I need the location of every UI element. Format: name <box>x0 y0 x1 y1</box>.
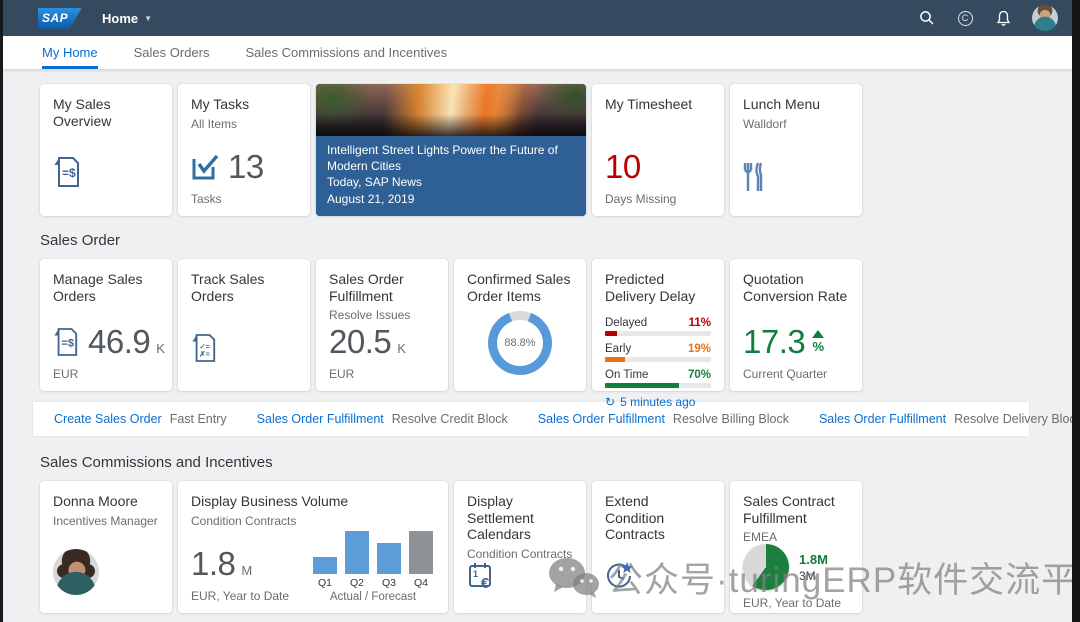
link-resolve-credit-block[interactable]: Sales Order Fulfillment Resolve Credit B… <box>257 412 508 426</box>
tile-donna-moore[interactable]: Donna Moore Incentives Manager <box>40 481 172 613</box>
sales-contract-pie-chart <box>743 544 789 591</box>
tile-display-settlement-calendars[interactable]: Display Settlement Calendars Condition C… <box>454 481 586 613</box>
business-volume-bar-chart: Q1 Q2 Q3 Q4 Actual / Forecast <box>313 531 433 603</box>
copilot-icon[interactable]: C <box>956 9 974 27</box>
tile-extend-condition-contracts[interactable]: Extend Condition Contracts <box>592 481 724 613</box>
trend-up-icon: % <box>812 330 825 354</box>
launchpad-content: My Sales Overview =$ My Tasks All Items … <box>0 69 1080 613</box>
refresh-status[interactable]: ↻ 5 minutes ago <box>605 395 711 409</box>
sap-logo: SAP <box>38 7 82 29</box>
chart-caption: Actual / Forecast <box>329 591 417 603</box>
news-date: August 21, 2019 <box>327 192 415 207</box>
svg-text:=$: =$ <box>61 338 74 350</box>
user-avatar[interactable] <box>1032 5 1058 31</box>
link-resolve-billing-block[interactable]: Sales Order Fulfillment Resolve Billing … <box>538 412 789 426</box>
news-caption: Intelligent Street Lights Power the Futu… <box>316 135 586 216</box>
tile-sales-order-fulfillment[interactable]: Sales Order Fulfillment Resolve Issues 2… <box>316 259 448 391</box>
link-create-sales-order[interactable]: Create Sales Order Fast Entry <box>54 412 227 426</box>
svg-text:1: 1 <box>473 569 478 579</box>
tile-my-tasks[interactable]: My Tasks All Items 13 Tasks <box>178 84 310 216</box>
tab-sales-commissions[interactable]: Sales Commissions and Incentives <box>246 36 448 69</box>
tile-track-sales-orders[interactable]: Track Sales Orders ✓= ✗= <box>178 259 310 391</box>
tile-lunch-menu[interactable]: Lunch Menu Walldorf <box>730 84 862 216</box>
search-icon[interactable] <box>918 9 936 27</box>
tile-my-timesheet[interactable]: My Timesheet 10 Days Missing <box>592 84 724 216</box>
clock-star-icon <box>605 561 635 591</box>
home-menu-button[interactable]: Home ▼ <box>102 11 152 26</box>
window-edge-left <box>0 0 3 622</box>
donna-moore-avatar <box>53 549 99 595</box>
shell-bar: SAP Home ▼ C <box>0 0 1080 36</box>
tile-manage-sales-orders[interactable]: Manage Sales Orders =$ 46.9 K EUR <box>40 259 172 391</box>
calendar-euro-icon: 1 € <box>467 561 497 591</box>
tile-sales-contract-fulfillment[interactable]: Sales Contract Fulfillment EMEA 1.8M 3M … <box>730 481 862 613</box>
sales-order-tile-row: Manage Sales Orders =$ 46.9 K EUR Track … <box>40 259 1080 409</box>
news-headline: Intelligent Street Lights Power the Futu… <box>327 142 558 173</box>
meal-fork-knife-icon <box>743 162 765 192</box>
quick-links-strip: Create Sales Order Fast Entry Sales Orde… <box>33 402 1080 436</box>
anchor-navigation-bar: My Home Sales Orders Sales Commissions a… <box>0 36 1080 69</box>
tile-display-business-volume[interactable]: Display Business Volume Condition Contra… <box>178 481 448 613</box>
task-check-icon <box>191 153 219 181</box>
tile-predicted-delivery-delay[interactable]: Predicted Delivery Delay Delayed 11% Earl… <box>592 259 724 409</box>
tile-quotation-conversion-rate[interactable]: Quotation Conversion Rate 17.3 % Current… <box>730 259 862 391</box>
section-title-commissions: Sales Commissions and Incentives <box>40 454 273 471</box>
delivery-delay-bar-chart: Delayed 11% Early 19% On Time 70% <box>605 317 711 395</box>
tab-sales-orders[interactable]: Sales Orders <box>134 36 210 69</box>
news-photo <box>316 84 586 136</box>
tile-confirmed-sales-order-items[interactable]: Confirmed Sales Order Items 88.8% <box>454 259 586 391</box>
confirmed-items-donut-chart: 88.8% <box>488 310 552 375</box>
tab-my-home[interactable]: My Home <box>42 36 98 69</box>
order-checklist-icon: ✓= ✗= <box>191 333 217 363</box>
commissions-tile-row: Donna Moore Incentives Manager Display B… <box>40 481 1080 613</box>
fiori-launchpad: SAP Home ▼ C My Home Sales Orders Sales C… <box>0 0 1080 622</box>
chevron-down-icon: ▼ <box>144 13 153 23</box>
svg-text:✗=: ✗= <box>199 349 210 358</box>
tile-my-sales-overview[interactable]: My Sales Overview =$ <box>40 84 172 216</box>
sales-document-icon: =$ <box>53 156 81 188</box>
tile-news[interactable]: Intelligent Street Lights Power the Futu… <box>316 84 586 216</box>
news-source: Today, SAP News <box>327 175 422 190</box>
notifications-bell-icon[interactable] <box>994 9 1012 27</box>
svg-text:€: € <box>481 575 490 591</box>
link-resolve-delivery-block[interactable]: Sales Order Fulfillment Resolve Delivery… <box>819 412 1080 426</box>
refresh-icon: ↻ <box>605 395 616 410</box>
section-title-sales-order: Sales Order <box>40 232 121 249</box>
home-tile-row: My Sales Overview =$ My Tasks All Items … <box>40 84 1080 216</box>
window-edge-right <box>1072 0 1080 622</box>
svg-text:=$: =$ <box>62 166 76 180</box>
sales-document-icon: =$ <box>53 327 79 357</box>
